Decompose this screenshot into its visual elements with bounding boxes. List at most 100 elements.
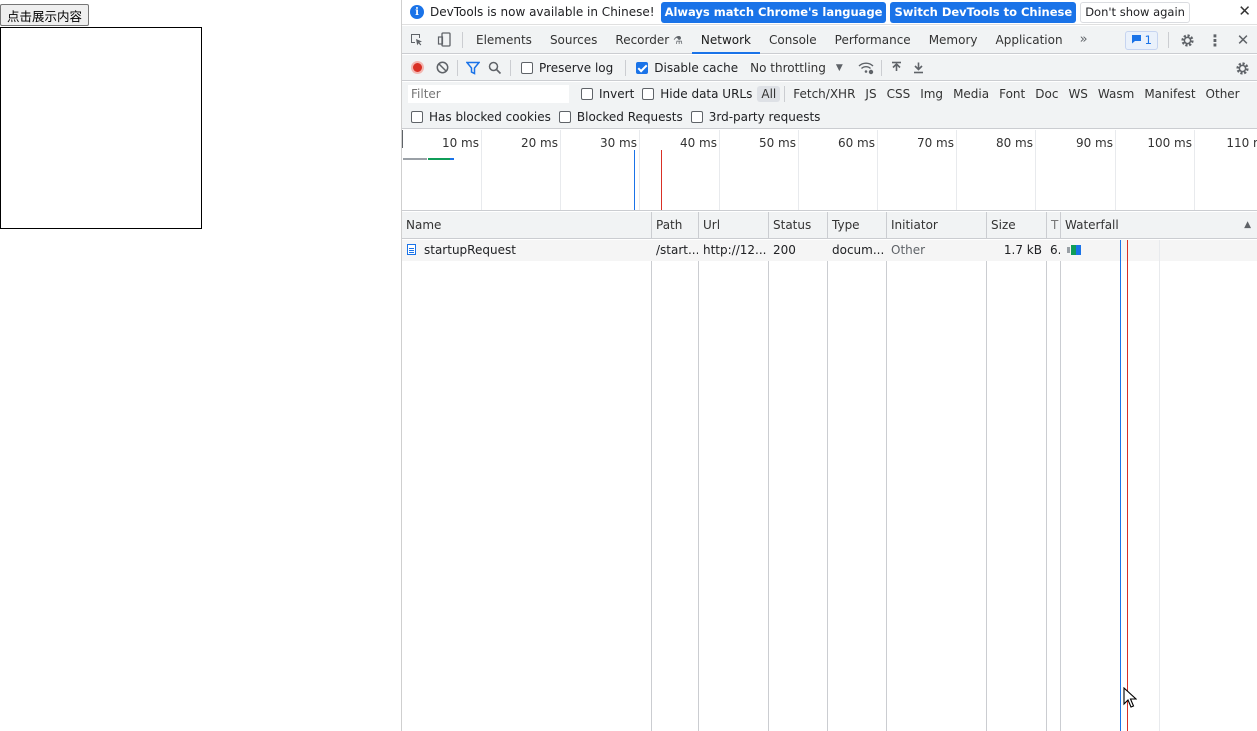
column-divider <box>986 240 987 731</box>
tab-memory[interactable]: Memory <box>920 26 987 54</box>
request-table-header: Name Path Url Status Type Initiator Size… <box>402 212 1257 239</box>
more-tabs-icon[interactable]: » <box>1072 32 1096 47</box>
match-language-button[interactable]: Always match Chrome's language <box>660 1 887 23</box>
filter-type-media[interactable]: Media <box>949 86 993 102</box>
column-header-initiator[interactable]: Initiator <box>887 212 987 239</box>
has-blocked-cookies-box[interactable] <box>411 111 423 123</box>
has-blocked-cookies-checkbox[interactable]: Has blocked cookies <box>411 110 551 124</box>
column-header-waterfall-label: Waterfall <box>1065 218 1119 232</box>
overview-domcontentloaded-line <box>634 150 635 210</box>
third-party-requests-box[interactable] <box>690 111 703 123</box>
tab-application[interactable]: Application <box>987 26 1072 54</box>
request-url-cell: http://12... <box>703 243 767 257</box>
overview-grid-line <box>560 130 561 210</box>
hide-data-urls-box[interactable] <box>642 88 655 100</box>
filter-type-js[interactable]: JS <box>861 86 880 102</box>
filter-type-all[interactable]: All <box>757 86 781 102</box>
filter-type-fetch-xhr[interactable]: Fetch/XHR <box>789 86 859 102</box>
disable-cache-box[interactable] <box>636 61 649 74</box>
blocked-requests-box[interactable] <box>558 111 571 123</box>
tab-console[interactable]: Console <box>760 26 826 54</box>
invert-checkbox[interactable]: Invert <box>581 87 634 101</box>
issues-badge[interactable]: 1 <box>1124 30 1158 50</box>
column-header-path[interactable]: Path <box>652 212 699 239</box>
overview-grid-line <box>719 130 720 210</box>
clear-icon[interactable] <box>431 57 453 79</box>
filter-type-css[interactable]: CSS <box>883 86 915 102</box>
overview-grid-line <box>877 130 878 210</box>
filter-type-manifest[interactable]: Manifest <box>1140 86 1199 102</box>
column-header-status[interactable]: Status <box>769 212 828 239</box>
overview-grid-line <box>481 130 482 210</box>
overview-tick-label: 50 ms <box>758 136 796 150</box>
export-har-icon[interactable] <box>908 57 930 79</box>
close-icon[interactable]: ✕ <box>1238 2 1251 20</box>
request-path-cell: /start... <box>656 243 698 257</box>
third-party-requests-checkbox[interactable]: 3rd-party requests <box>690 110 820 124</box>
filter-type-doc[interactable]: Doc <box>1031 86 1062 102</box>
record-icon[interactable] <box>411 61 424 74</box>
filter-type-img[interactable]: Img <box>916 86 947 102</box>
column-header-waterfall[interactable]: Waterfall ▲ <box>1061 212 1257 239</box>
import-har-icon[interactable] <box>886 57 908 79</box>
waterfall-load-line <box>1127 240 1128 731</box>
filter-bar: Invert Hide data URLs All Fetch/XHR JS C… <box>402 82 1257 106</box>
filter-type-other[interactable]: Other <box>1202 86 1244 102</box>
content-box <box>0 27 202 229</box>
search-icon[interactable] <box>484 57 506 79</box>
toolbar-divider <box>510 59 511 76</box>
dont-show-again-button[interactable]: Don't show again <box>1080 1 1190 23</box>
mouse-cursor-icon <box>1123 687 1137 708</box>
column-header-url[interactable]: Url <box>699 212 769 239</box>
throttling-select[interactable]: No throttling <box>750 61 826 75</box>
overview-tick-label: 60 ms <box>837 136 875 150</box>
preserve-log-checkbox[interactable]: Preserve log <box>521 61 613 75</box>
request-name: startupRequest <box>424 243 516 257</box>
overview-grid-line <box>1035 130 1036 210</box>
network-conditions-icon[interactable] <box>855 57 877 79</box>
column-divider <box>1046 240 1047 731</box>
network-settings-gear-icon[interactable] <box>1231 57 1253 79</box>
overview-tick-label: 70 ms <box>916 136 954 150</box>
document-icon <box>407 244 416 255</box>
chevron-down-icon[interactable]: ▼ <box>836 63 843 73</box>
filter-type-font[interactable]: Font <box>995 86 1029 102</box>
tab-network[interactable]: Network <box>691 26 760 54</box>
device-toolbar-icon[interactable] <box>430 26 458 54</box>
inspect-element-icon[interactable] <box>402 26 430 54</box>
invert-box[interactable] <box>581 88 593 100</box>
toolbar-divider <box>457 59 458 76</box>
tab-recorder[interactable]: Recorder ⚗ <box>606 26 691 54</box>
hide-data-urls-checkbox[interactable]: Hide data URLs <box>642 87 752 101</box>
blocked-requests-checkbox[interactable]: Blocked Requests <box>558 110 683 124</box>
tab-elements[interactable]: Elements <box>467 26 541 54</box>
filter-type-wasm[interactable]: Wasm <box>1094 86 1138 102</box>
settings-gear-icon[interactable] <box>1173 26 1201 54</box>
request-name-cell[interactable]: startupRequest <box>402 240 651 261</box>
tab-sources[interactable]: Sources <box>541 26 606 54</box>
tab-recorder-label: Recorder <box>615 32 670 47</box>
filter-input[interactable] <box>408 85 569 103</box>
close-devtools-icon[interactable]: ✕ <box>1229 26 1257 54</box>
invert-label: Invert <box>599 87 635 101</box>
hide-data-urls-label: Hide data URLs <box>660 87 753 101</box>
waterfall-queue-bar <box>1067 247 1070 253</box>
request-time-cell: 6. <box>1050 243 1060 257</box>
column-header-time[interactable]: T <box>1047 212 1061 239</box>
table-row[interactable]: startupRequest /start... http://12... 20… <box>402 240 1257 261</box>
tab-performance[interactable]: Performance <box>826 26 920 54</box>
show-content-button[interactable]: 点击展示内容 <box>0 4 90 26</box>
column-header-name[interactable]: Name <box>402 212 652 239</box>
waterfall-domcontentloaded-line <box>1120 240 1121 731</box>
kebab-menu-icon[interactable]: ⋮ <box>1201 26 1229 54</box>
column-header-type[interactable]: Type <box>828 212 887 239</box>
disable-cache-checkbox[interactable]: Disable cache <box>636 61 738 75</box>
column-header-size[interactable]: Size <box>987 212 1047 239</box>
network-overview-timeline[interactable]: 10 ms 20 ms 30 ms 40 ms 50 ms 60 ms 70 ms 80 ms… <box>402 130 1257 211</box>
overview-tick-label: 30 ms <box>599 136 637 150</box>
filter-icon[interactable] <box>462 57 484 79</box>
preserve-log-box[interactable] <box>521 61 533 74</box>
switch-to-chinese-button[interactable]: Switch DevTools to Chinese <box>890 1 1077 23</box>
filter-type-ws[interactable]: WS <box>1064 86 1091 102</box>
column-divider <box>698 240 699 731</box>
